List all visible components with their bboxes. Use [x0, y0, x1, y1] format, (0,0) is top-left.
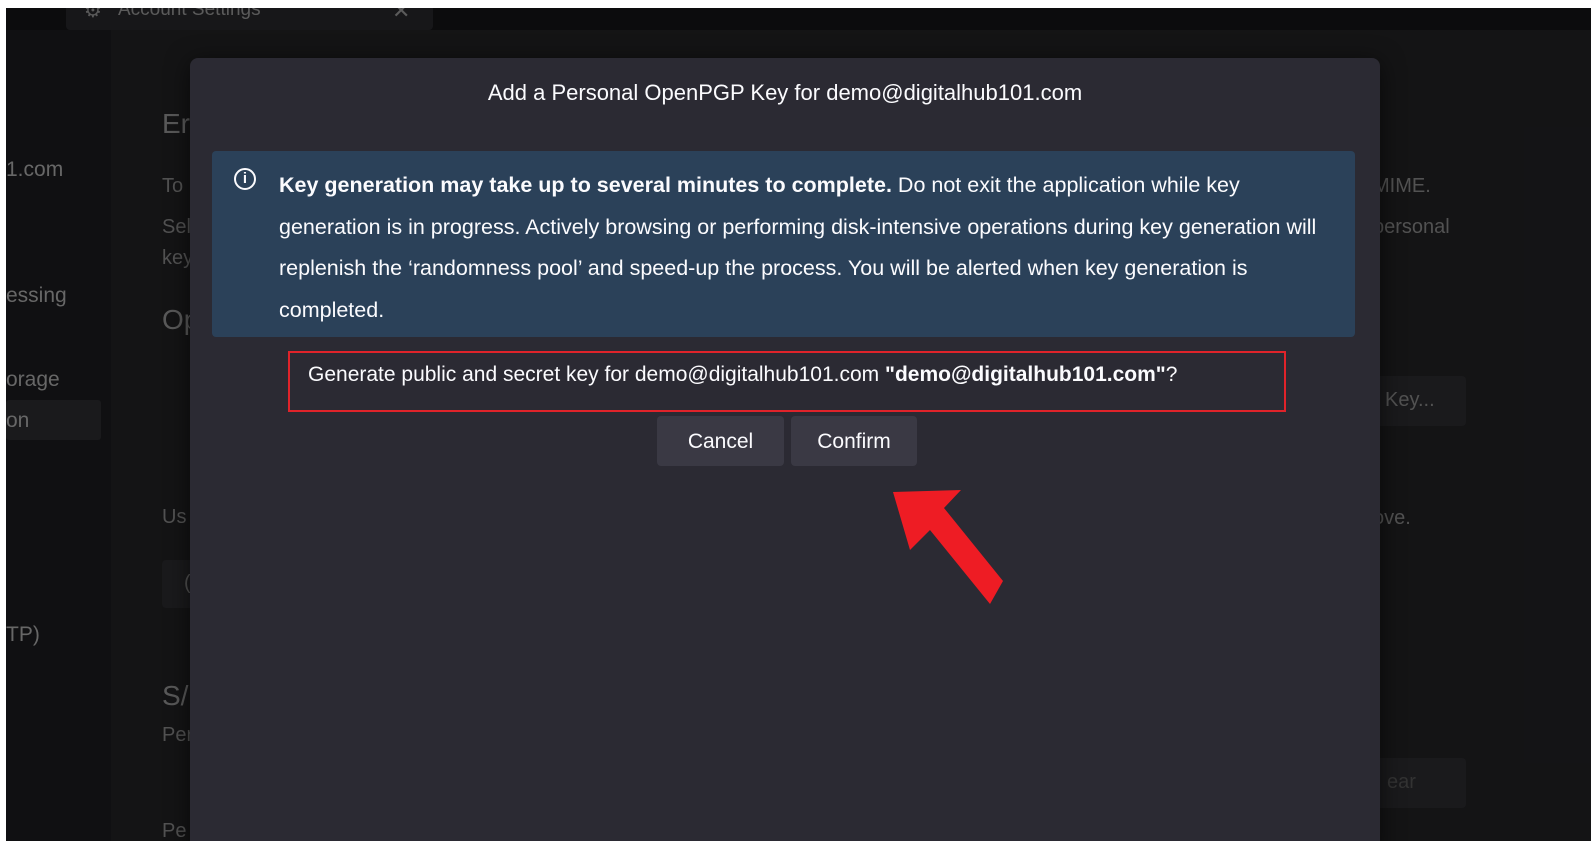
thunderbird-window: ⚙ Account Settings ✕ 1.com essing orage …	[6, 8, 1591, 841]
annotation-arrow-icon	[893, 490, 1003, 604]
red-arrow-shape	[893, 490, 1003, 604]
